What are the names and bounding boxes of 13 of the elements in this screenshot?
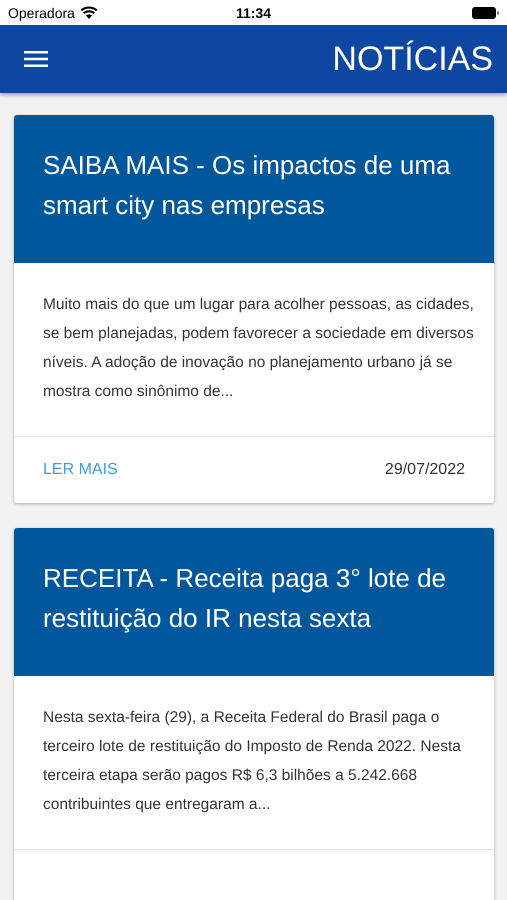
carrier-name: Operadora (8, 4, 75, 20)
clock-time: 11:34 (236, 4, 272, 20)
wifi-icon (80, 6, 98, 19)
news-summary: Nesta sexta-feira (29), a Receita Federal do Brasil paga o terceiro lote de restituição do Imposto de Renda 2022. Nesta terceira etapa serão pagos R$ 6,3 bilhões a 5.242.668 contribuintes que entregaram a... (43, 708, 462, 815)
read-more-link[interactable]: LER MAIS (43, 461, 118, 479)
menu-icon (24, 50, 48, 68)
battery-icon (472, 6, 499, 18)
news-date: 29/07/2022 (384, 461, 465, 479)
news-title: SAIBA MAIS - Os impactos de uma smart city nas empresas (43, 149, 452, 222)
news-summary: Muito mais do que um lugar para acolher pessoas, as cidades, se bem planejadas, podem favorecer a sociedade em diversos níveis. A adoção de inovação no planejamento urbano já se mostra como sinônimo de... (43, 295, 474, 402)
page-title: NOTÍCIAS (332, 40, 493, 78)
news-title: RECEITA - Receita paga 3° lote de restituição do IR nesta sexta (43, 562, 448, 635)
menu-button[interactable] (24, 50, 48, 68)
